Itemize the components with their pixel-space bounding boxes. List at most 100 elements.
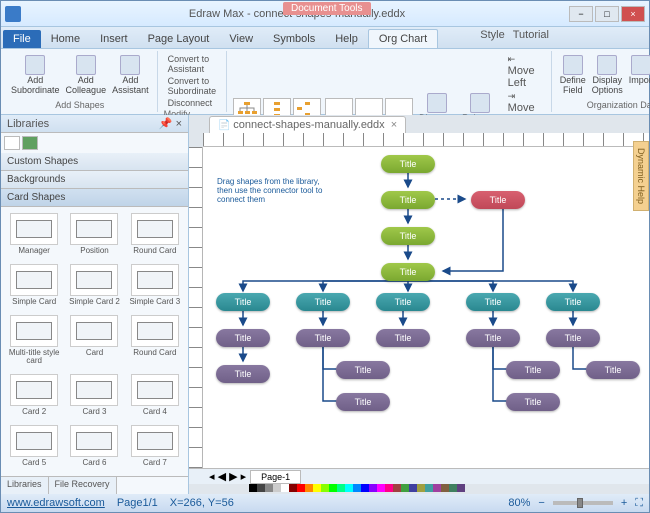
tab-view[interactable]: View <box>219 30 263 48</box>
color-swatch[interactable] <box>425 484 433 492</box>
define-field-button[interactable]: Define Field <box>558 53 588 98</box>
shape-item[interactable]: Card 5 <box>5 423 63 472</box>
org-node[interactable]: Title <box>381 263 435 281</box>
shape-item[interactable]: Simple Card 3 <box>126 262 184 311</box>
import-button[interactable]: Import <box>627 53 650 98</box>
close-button[interactable]: × <box>621 6 645 22</box>
zoom-in[interactable]: + <box>621 497 627 509</box>
display-options-button[interactable]: Display Options <box>590 53 625 98</box>
org-node[interactable]: Title <box>336 393 390 411</box>
color-palette[interactable] <box>249 484 649 494</box>
shape-item[interactable]: Round Card <box>126 211 184 260</box>
color-swatch[interactable] <box>305 484 313 492</box>
color-swatch[interactable] <box>353 484 361 492</box>
shape-item[interactable]: Position <box>65 211 123 260</box>
org-node[interactable]: Title <box>296 293 350 311</box>
color-swatch[interactable] <box>273 484 281 492</box>
tab-file[interactable]: File <box>3 30 41 48</box>
shape-item[interactable]: Simple Card 2 <box>65 262 123 311</box>
color-swatch[interactable] <box>361 484 369 492</box>
dynamic-help-tab[interactable]: Dynamic Help <box>633 141 649 211</box>
org-node[interactable]: Title <box>466 329 520 347</box>
lib-cat-custom[interactable]: Custom Shapes <box>1 153 188 171</box>
color-swatch[interactable] <box>417 484 425 492</box>
shape-item[interactable]: Simple Card <box>5 262 63 311</box>
color-swatch[interactable] <box>409 484 417 492</box>
org-node[interactable]: Title <box>336 361 390 379</box>
maximize-button[interactable]: □ <box>595 6 619 22</box>
color-swatch[interactable] <box>281 484 289 492</box>
org-node[interactable]: Title <box>546 293 600 311</box>
color-swatch[interactable] <box>345 484 353 492</box>
lib-tab-libraries[interactable]: Libraries <box>1 477 49 494</box>
shape-item[interactable]: Card 7 <box>126 423 184 472</box>
lib-cat-backgrounds[interactable]: Backgrounds <box>1 171 188 189</box>
add-colleague-button[interactable]: Add Colleague <box>64 53 109 98</box>
tab-insert[interactable]: Insert <box>90 30 138 48</box>
add-subordinate-button[interactable]: Add Subordinate <box>9 53 62 98</box>
lib-tab-recovery[interactable]: File Recovery <box>49 477 117 494</box>
pin-icon[interactable]: 📌 × <box>159 117 182 130</box>
lib-add-icon[interactable] <box>22 136 38 150</box>
tab-symbols[interactable]: Symbols <box>263 30 325 48</box>
canvas[interactable]: Drag shapes from the library, then use t… <box>203 147 649 468</box>
color-swatch[interactable] <box>433 484 441 492</box>
minimize-button[interactable]: − <box>569 6 593 22</box>
org-node[interactable]: Title <box>381 155 435 173</box>
disconnect-button[interactable]: Disconnect <box>164 97 221 109</box>
color-swatch[interactable] <box>321 484 329 492</box>
color-swatch[interactable] <box>369 484 377 492</box>
org-node[interactable]: Title <box>376 329 430 347</box>
shape-item[interactable]: Card <box>65 313 123 370</box>
color-swatch[interactable] <box>289 484 297 492</box>
add-assistant-button[interactable]: Add Assistant <box>110 53 151 98</box>
lib-cat-card-shapes[interactable]: Card Shapes <box>1 189 188 207</box>
page-nav[interactable]: ◂ ◀ ▶ ▸ <box>209 470 246 483</box>
color-swatch[interactable] <box>441 484 449 492</box>
color-swatch[interactable] <box>377 484 385 492</box>
tutorial-menu[interactable]: Tutorial <box>513 29 549 41</box>
shape-item[interactable]: Card 3 <box>65 372 123 421</box>
color-swatch[interactable] <box>457 484 465 492</box>
zoom-out[interactable]: − <box>538 497 544 509</box>
color-swatch[interactable] <box>249 484 257 492</box>
shape-item[interactable]: Card 4 <box>126 372 184 421</box>
org-node[interactable]: Title <box>546 329 600 347</box>
tab-home[interactable]: Home <box>41 30 90 48</box>
tab-help[interactable]: Help <box>325 30 368 48</box>
page-tab-1[interactable]: Page-1 <box>250 470 301 484</box>
org-node[interactable]: Title <box>466 293 520 311</box>
org-node[interactable]: Title <box>381 227 435 245</box>
org-node[interactable]: Title <box>216 329 270 347</box>
org-node[interactable]: Title <box>506 361 560 379</box>
shape-item[interactable]: Multi-title style card <box>5 313 63 370</box>
zoom-slider[interactable] <box>553 501 613 505</box>
tab-org-chart[interactable]: Org Chart <box>368 29 438 48</box>
org-node[interactable]: Title <box>471 191 525 209</box>
shape-item[interactable]: Card 2 <box>5 372 63 421</box>
color-swatch[interactable] <box>337 484 345 492</box>
color-swatch[interactable] <box>393 484 401 492</box>
org-node[interactable]: Title <box>381 191 435 209</box>
org-node[interactable]: Title <box>586 361 640 379</box>
document-tools-tab[interactable]: Document Tools <box>283 2 371 15</box>
org-node[interactable]: Title <box>216 365 270 383</box>
color-swatch[interactable] <box>297 484 305 492</box>
lib-new-icon[interactable] <box>4 136 20 150</box>
color-swatch[interactable] <box>385 484 393 492</box>
document-tab[interactable]: 📄 connect-shapes-manually.eddx× <box>209 116 406 133</box>
status-url[interactable]: www.edrawsoft.com <box>7 497 105 509</box>
shape-item[interactable]: Card 6 <box>65 423 123 472</box>
convert-assistant-button[interactable]: Convert to Assistant <box>164 53 221 75</box>
convert-subordinate-button[interactable]: Convert to Subordinate <box>164 75 221 97</box>
org-node[interactable]: Title <box>216 293 270 311</box>
org-node[interactable]: Title <box>506 393 560 411</box>
color-swatch[interactable] <box>449 484 457 492</box>
org-node[interactable]: Title <box>296 329 350 347</box>
color-swatch[interactable] <box>329 484 337 492</box>
org-node[interactable]: Title <box>376 293 430 311</box>
color-swatch[interactable] <box>257 484 265 492</box>
move-left-button[interactable]: ⇤ Move Left <box>504 53 545 90</box>
shape-item[interactable]: Manager <box>5 211 63 260</box>
tab-page-layout[interactable]: Page Layout <box>138 30 220 48</box>
